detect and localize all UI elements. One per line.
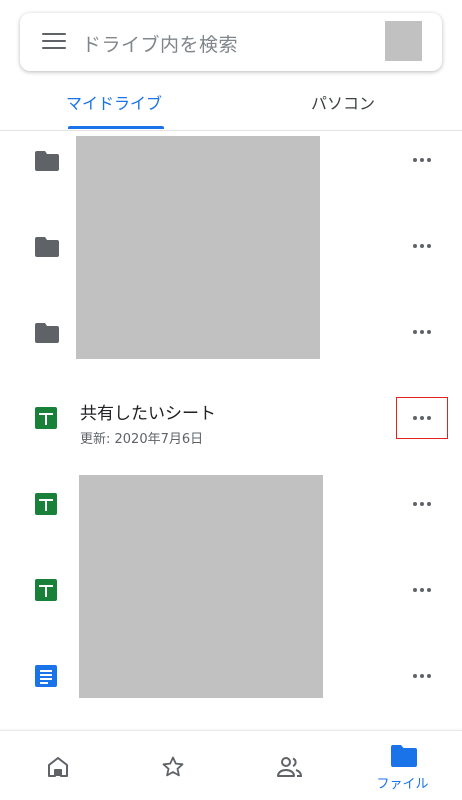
shared-people-icon [277, 757, 303, 777]
search-bar[interactable]: ドライブ内を検索 [20, 13, 442, 71]
tab-my-drive[interactable]: マイドライブ [66, 90, 162, 114]
folder-icon [35, 237, 59, 257]
folder-icon [35, 323, 59, 343]
search-input[interactable]: ドライブ内を検索 [82, 30, 238, 57]
list-item-shared-sheet[interactable]: 共有したいシート 更新: 2020年7月6日 [0, 375, 462, 461]
tab-computers[interactable]: パソコン [311, 90, 375, 114]
more-options-button[interactable] [397, 226, 447, 266]
nav-files-label: ファイル [376, 777, 429, 792]
more-options-button[interactable] [397, 570, 447, 610]
nav-files[interactable]: ファイル [345, 731, 460, 800]
file-name: 共有したいシート [80, 404, 216, 424]
more-options-button[interactable] [397, 312, 447, 352]
redacted-area [79, 475, 323, 698]
star-icon [162, 756, 184, 777]
more-options-button[interactable] [396, 397, 448, 439]
more-options-button[interactable] [397, 656, 447, 696]
more-options-button[interactable] [397, 484, 447, 524]
nav-starred[interactable] [115, 731, 230, 800]
sheets-icon [35, 579, 57, 601]
bottom-nav: ファイル [0, 730, 462, 800]
nav-home[interactable] [0, 731, 115, 800]
more-options-button[interactable] [397, 140, 447, 180]
nav-shared[interactable] [230, 731, 345, 800]
redacted-area [76, 136, 320, 359]
file-modified-date: 更新: 2020年7月6日 [80, 432, 204, 447]
folder-icon [35, 151, 59, 171]
docs-icon [35, 665, 57, 687]
sheets-icon [35, 407, 57, 429]
drive-app: ドライブ内を検索 マイドライブ パソコン 共有したいシート 更新: 2020年7… [0, 0, 462, 800]
sheets-icon [35, 493, 57, 515]
hamburger-menu-icon[interactable] [42, 33, 66, 51]
avatar[interactable] [385, 21, 422, 61]
home-icon [48, 757, 68, 777]
folder-icon [391, 745, 417, 767]
